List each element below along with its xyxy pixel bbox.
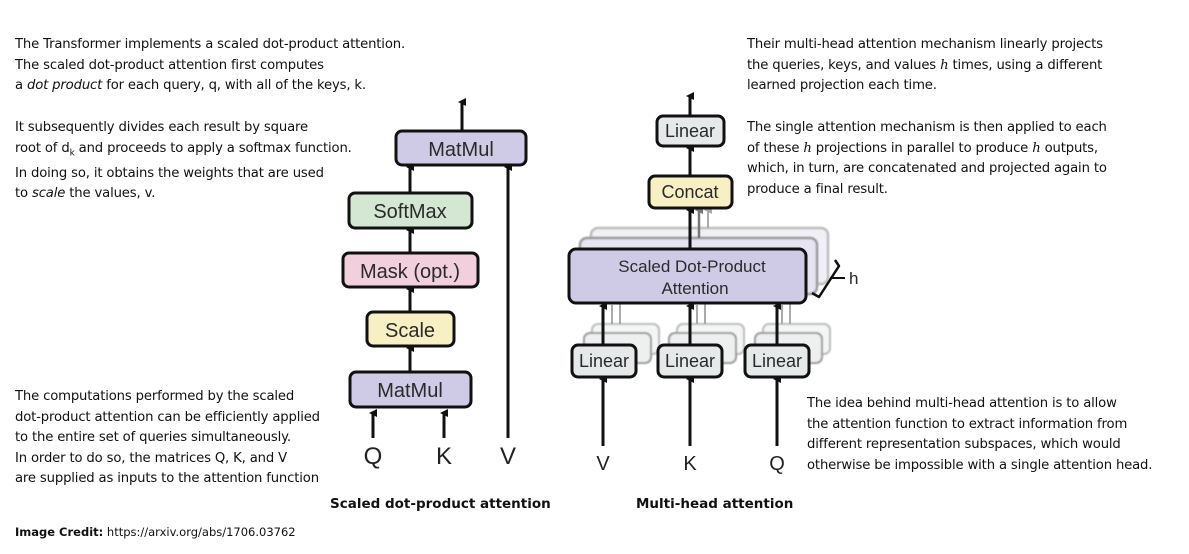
attention-label-line-1: Scaled Dot-Product bbox=[618, 257, 766, 276]
matmul-bottom-label: MatMul bbox=[377, 380, 443, 402]
attention-diagrams: MatMul SoftMax Mask (opt.) Scale MatMul … bbox=[341, 92, 858, 475]
image-credit-label: Image Credit: bbox=[15, 525, 104, 539]
multi-head-diagram: Linear Concat Scaled Dot-Product Attenti… bbox=[567, 92, 858, 475]
linear-v-label: Linear bbox=[579, 351, 629, 371]
linear-k-label: Linear bbox=[665, 351, 715, 371]
concat-label: Concat bbox=[661, 182, 718, 202]
linear-top-label: Linear bbox=[665, 121, 715, 141]
mh-input-k-label: K bbox=[683, 453, 697, 475]
linear-q-label: Linear bbox=[752, 351, 802, 371]
attention-label-line-2: Attention bbox=[661, 279, 728, 298]
heads-label: h bbox=[849, 269, 858, 288]
scale-label: Scale bbox=[385, 320, 435, 342]
image-credit: Image Credit: https://arxiv.org/abs/1706… bbox=[15, 525, 296, 539]
softmax-label: SoftMax bbox=[373, 201, 446, 223]
matmul-top-label: MatMul bbox=[428, 139, 494, 161]
mh-input-v-label: V bbox=[596, 453, 610, 475]
input-q-label: Q bbox=[364, 443, 383, 470]
image-credit-url[interactable]: https://arxiv.org/abs/1706.03762 bbox=[107, 525, 296, 539]
mh-input-q-label: Q bbox=[769, 453, 785, 475]
multi-head-caption: Multi-head attention bbox=[636, 496, 794, 512]
mask-label: Mask (opt.) bbox=[360, 261, 460, 283]
input-k-label: K bbox=[436, 443, 452, 470]
scaled-dot-product-diagram: MatMul SoftMax Mask (opt.) Scale MatMul … bbox=[341, 98, 528, 470]
input-v-label: V bbox=[500, 443, 516, 470]
scaled-dot-product-caption: Scaled dot-product attention bbox=[330, 496, 551, 512]
